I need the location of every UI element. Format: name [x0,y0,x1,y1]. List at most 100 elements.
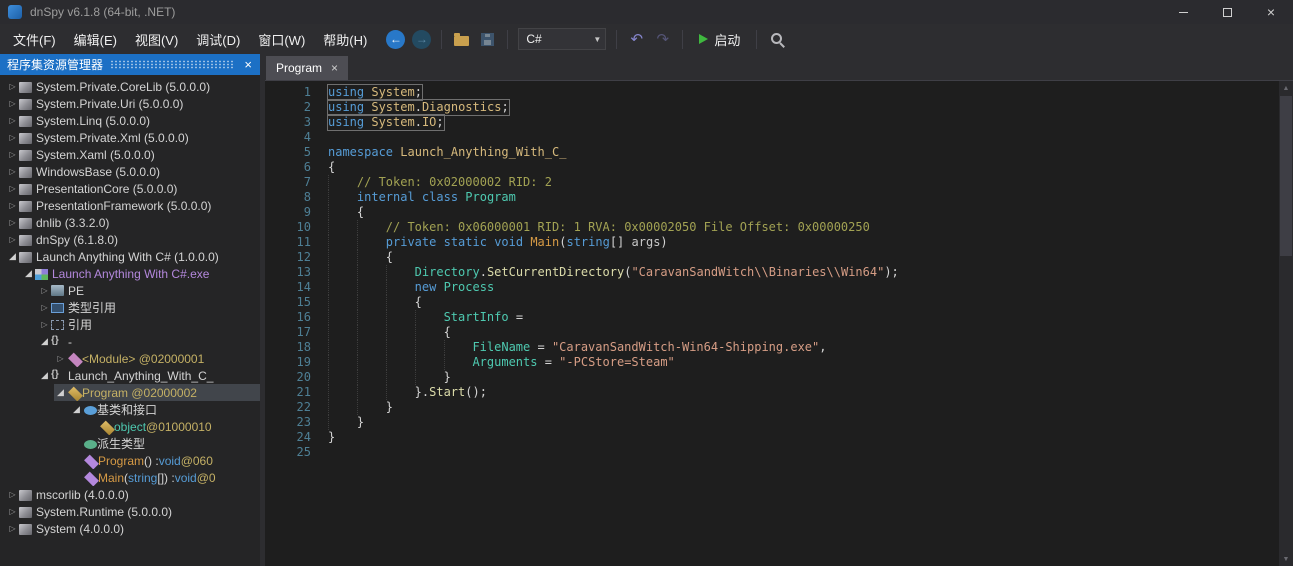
chevron-expanded-icon[interactable]: ◢ [54,387,67,398]
chevron-expanded-icon[interactable]: ◢ [22,268,35,279]
code-line[interactable]: 9{ [265,205,1293,220]
chevron-collapsed-icon[interactable]: ▷ [38,320,51,329]
chevron-collapsed-icon[interactable]: ▷ [6,167,19,176]
code-line[interactable]: 7// Token: 0x02000002 RID: 2 [265,175,1293,190]
chevron-collapsed-icon[interactable]: ▷ [6,524,19,533]
chevron-expanded-icon[interactable]: ◢ [38,336,51,347]
code-line[interactable]: 2using System.Diagnostics; [265,100,1293,115]
code-line[interactable]: 3using System.IO; [265,115,1293,130]
code-line[interactable]: 19Arguments = "-PCStore=Steam" [265,355,1293,370]
code-line[interactable]: 24} [265,430,1293,445]
code-line[interactable]: 22} [265,400,1293,415]
chevron-collapsed-icon[interactable]: ▷ [6,150,19,159]
code-line[interactable]: 20} [265,370,1293,385]
code-line[interactable]: 16StartInfo = [265,310,1293,325]
menu-item-debug[interactable]: 调试(D) [187,26,249,53]
code-line[interactable]: 8internal class Program [265,190,1293,205]
tree-item[interactable]: ▷System.Private.Xml (5.0.0.0) [0,129,260,146]
chevron-collapsed-icon[interactable]: ▷ [6,235,19,244]
tree-item[interactable]: ▷dnSpy (6.1.8.0) [0,231,260,248]
tree-item[interactable]: ◢Launch_Anything_With_C_ [0,367,260,384]
code-line[interactable]: 23} [265,415,1293,430]
editor-vertical-scrollbar[interactable]: ▲ ▼ [1279,81,1293,566]
menu-item-view[interactable]: 视图(V) [126,26,187,53]
panel-close-button[interactable]: × [241,58,255,71]
code-line[interactable]: 6{ [265,160,1293,175]
tree-item[interactable]: ▷System.Xaml (5.0.0.0) [0,146,260,163]
scrollbar-thumb[interactable] [1280,96,1292,256]
code-line[interactable]: 12{ [265,250,1293,265]
code-line[interactable]: 18FileName = "CaravanSandWitch-Win64-Shi… [265,340,1293,355]
tree-item[interactable]: ▷PresentationCore (5.0.0.0) [0,180,260,197]
tree-item[interactable]: ▷System.Linq (5.0.0.0) [0,112,260,129]
tree-item[interactable]: ▷mscorlib (4.0.0.0) [0,486,260,503]
title-bar[interactable]: dnSpy v6.1.8 (64-bit, .NET) × [0,0,1293,24]
tree-item[interactable]: 派生类型 [0,435,260,452]
code-line[interactable]: 14new Process [265,280,1293,295]
tree-item[interactable]: ▷PE [0,282,260,299]
redo-button[interactable]: ↷ [651,28,674,51]
tree-item[interactable]: object @01000010 [0,418,260,435]
tab-program[interactable]: Program × [266,56,348,80]
scroll-down-icon[interactable]: ▼ [1279,552,1293,566]
undo-button[interactable]: ↶ [625,28,648,51]
scroll-up-icon[interactable]: ▲ [1279,81,1293,95]
tree-item[interactable]: ▷System.Private.CoreLib (5.0.0.0) [0,78,260,95]
start-debug-button[interactable]: 启动 [691,27,748,52]
tab-close-icon[interactable]: × [331,62,338,74]
tree-item[interactable]: ◢- [0,333,260,350]
code-line[interactable]: 10// Token: 0x06000001 RID: 1 RVA: 0x000… [265,220,1293,235]
code-line[interactable]: 15{ [265,295,1293,310]
code-line[interactable]: 11private static void Main(string[] args… [265,235,1293,250]
chevron-collapsed-icon[interactable]: ▷ [54,354,67,363]
chevron-collapsed-icon[interactable]: ▷ [6,201,19,210]
menu-item-window[interactable]: 窗口(W) [249,26,314,53]
open-button[interactable] [450,28,473,51]
chevron-collapsed-icon[interactable]: ▷ [6,99,19,108]
code-line[interactable]: 13Directory.SetCurrentDirectory("Caravan… [265,265,1293,280]
menu-item-help[interactable]: 帮助(H) [314,26,376,53]
chevron-collapsed-icon[interactable]: ▷ [6,116,19,125]
maximize-button[interactable] [1205,0,1249,24]
tree-item[interactable]: Main(string[]) : void @0 [0,469,260,486]
tree-item[interactable]: Program() : void @060 [0,452,260,469]
code-line[interactable]: 21}.Start(); [265,385,1293,400]
tree-item[interactable]: ◢Launch Anything With C# (1.0.0.0) [0,248,260,265]
chevron-collapsed-icon[interactable]: ▷ [38,303,51,312]
chevron-expanded-icon[interactable]: ◢ [6,251,19,262]
code-line[interactable]: 1using System; [265,85,1293,100]
chevron-expanded-icon[interactable]: ◢ [38,370,51,381]
code-line[interactable]: 25 [265,445,1293,460]
chevron-collapsed-icon[interactable]: ▷ [38,286,51,295]
navigate-forward-button[interactable]: → [410,28,433,51]
chevron-collapsed-icon[interactable]: ▷ [6,490,19,499]
tree-item[interactable]: ▷System.Runtime (5.0.0.0) [0,503,260,520]
chevron-expanded-icon[interactable]: ◢ [70,404,83,415]
tree-item[interactable]: ▷引用 [0,316,260,333]
code-line[interactable]: 5namespace Launch_Anything_With_C_ [265,145,1293,160]
save-all-button[interactable] [476,28,499,51]
minimize-button[interactable] [1161,0,1205,24]
search-button[interactable] [765,28,788,51]
menu-item-file[interactable]: 文件(F) [4,26,65,53]
code-line[interactable]: 17{ [265,325,1293,340]
tree-item[interactable]: ▷System (4.0.0.0) [0,520,260,537]
chevron-collapsed-icon[interactable]: ▷ [6,507,19,516]
tree-item[interactable]: ▷System.Private.Uri (5.0.0.0) [0,95,260,112]
language-selector[interactable]: C# ▼ [518,28,606,50]
menu-item-edit[interactable]: 编辑(E) [65,26,126,53]
tree-item[interactable]: ▷PresentationFramework (5.0.0.0) [0,197,260,214]
code-line[interactable]: 4 [265,130,1293,145]
chevron-collapsed-icon[interactable]: ▷ [6,184,19,193]
chevron-collapsed-icon[interactable]: ▷ [6,218,19,227]
panel-drag-grip[interactable] [110,60,234,69]
chevron-collapsed-icon[interactable]: ▷ [6,133,19,142]
tree-item[interactable]: ◢Program @02000002 [0,384,260,401]
tree-item[interactable]: ▷类型引用 [0,299,260,316]
chevron-collapsed-icon[interactable]: ▷ [6,82,19,91]
tree-item[interactable]: ▷dnlib (3.3.2.0) [0,214,260,231]
tree-item[interactable]: ▷<Module> @02000001 [0,350,260,367]
close-button[interactable]: × [1249,0,1293,24]
tree-item[interactable]: ◢Launch Anything With C#.exe [0,265,260,282]
navigate-back-button[interactable]: ← [384,28,407,51]
